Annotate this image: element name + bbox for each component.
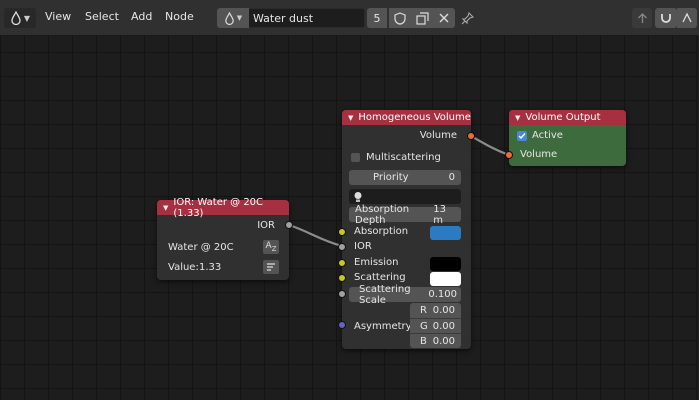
priority-field[interactable]: Priority 0 [349, 170, 461, 185]
absorption-input-socket[interactable] [338, 228, 346, 236]
multiscattering-checkbox[interactable] [351, 153, 360, 162]
absorption-color-swatch[interactable] [430, 226, 461, 240]
node-editor-header: ▼ View Select Add Node Water dust ▼ 5 [0, 0, 699, 36]
link-ior [288, 223, 343, 248]
ior-node-header[interactable]: ▼ IOR: Water @ 20C (1.33) [157, 197, 289, 219]
scattering-scale-input-socket[interactable] [338, 290, 346, 298]
unlink-button[interactable] [433, 8, 455, 28]
emission-input-socket[interactable] [338, 259, 346, 267]
water-drop-icon [225, 11, 234, 25]
sort-az-button[interactable]: AZ [263, 240, 279, 254]
asymmetry-r-axis: R [420, 305, 427, 316]
close-icon [439, 13, 449, 23]
arrow-up-icon [637, 13, 647, 23]
ior-preset-label: Water @ 20C [168, 242, 234, 253]
volume-output-header[interactable]: ▼ Volume Output [509, 110, 626, 125]
list-options-button[interactable] [263, 260, 279, 274]
ior-node-title: IOR: Water @ 20C (1.33) [173, 196, 264, 219]
editor-type-button[interactable]: ▼ [4, 8, 36, 28]
asymmetry-b-axis: B [420, 335, 427, 347]
absorption-label: Absorption [354, 226, 409, 237]
ior-output-label: IOR [257, 220, 275, 231]
ior-input-label: IOR [354, 241, 372, 252]
asymmetry-b-field[interactable]: B 0.00 [410, 333, 461, 348]
scattering-label: Scattering [354, 272, 406, 283]
homogeneous-volume-node[interactable]: ▼ Homogeneous Volume Volume Multiscatter… [342, 110, 471, 349]
volume-input-socket[interactable] [505, 151, 513, 159]
duplicate-icon [415, 11, 429, 25]
volume-output-socket[interactable] [467, 132, 475, 140]
absorption-depth-field[interactable]: Absorption Depth 13 m [349, 204, 461, 226]
material-browse-button[interactable]: ▼ [217, 8, 249, 28]
absorption-depth-label: Absorption Depth [355, 203, 410, 226]
asymmetry-input-socket[interactable] [338, 321, 346, 329]
asymmetry-b-value: 0.00 [432, 335, 455, 347]
collapse-triangle-icon[interactable]: ▼ [515, 114, 520, 122]
asymmetry-r-field[interactable]: R 0.00 [410, 303, 461, 318]
list-icon [267, 262, 275, 271]
priority-value: 0 [448, 172, 455, 183]
checkmark-icon [518, 133, 526, 140]
shader-picker-field[interactable] [349, 189, 461, 204]
pin-button[interactable] [457, 8, 477, 28]
snap-icon [682, 12, 692, 23]
asymmetry-g-axis: G [420, 320, 428, 332]
asymmetry-g-value: 0.00 [432, 320, 455, 332]
menu-view[interactable]: View [45, 10, 71, 23]
volume-output-node[interactable]: ▼ Volume Output Active Volume [509, 110, 626, 166]
emission-label: Emission [354, 257, 399, 268]
parent-node-tree-button[interactable] [632, 8, 652, 28]
priority-label: Priority [373, 172, 409, 183]
water-drop-icon [11, 11, 21, 25]
active-label: Active [532, 130, 563, 141]
homogeneous-volume-title: Homogeneous Volume [358, 112, 471, 123]
pin-icon [461, 11, 474, 24]
snap-options-button[interactable] [677, 8, 697, 28]
sort-az-icon: AZ [265, 241, 277, 253]
shield-icon [394, 11, 406, 25]
asymmetry-g-field[interactable]: G 0.00 [410, 318, 461, 333]
active-checkbox[interactable] [517, 131, 527, 141]
absorption-depth-value: 13 m [433, 203, 447, 226]
chevron-down-icon: ▼ [236, 14, 243, 22]
lightbulb-icon [354, 191, 362, 202]
chevron-down-icon: ▼ [23, 13, 31, 23]
fake-user-button[interactable] [389, 8, 411, 28]
scattering-scale-field[interactable]: Scattering Scale 0.100 [349, 284, 461, 306]
scattering-input-socket[interactable] [338, 274, 346, 282]
ior-value-label: Value: [168, 262, 199, 273]
scattering-color-swatch[interactable] [430, 272, 461, 286]
volume-output-title: Volume Output [525, 112, 601, 123]
homogeneous-volume-header[interactable]: ▼ Homogeneous Volume [342, 110, 471, 125]
magnet-icon [661, 14, 671, 23]
user-count[interactable]: 5 [367, 8, 387, 28]
ior-input-socket[interactable] [338, 243, 346, 251]
ior-node[interactable]: ▼ IOR: Water @ 20C (1.33) IOR Water @ 20… [157, 197, 289, 280]
volume-input-label: Volume [520, 149, 558, 160]
duplicate-button[interactable] [411, 8, 433, 28]
ior-output-socket[interactable] [285, 221, 293, 229]
collapse-triangle-icon[interactable]: ▼ [348, 114, 353, 122]
scattering-scale-value: 0.100 [428, 289, 457, 300]
link-volume [470, 135, 510, 157]
asymmetry-label: Asymmetry: [354, 321, 415, 332]
menu-node[interactable]: Node [165, 10, 194, 23]
ior-value[interactable]: 1.33 [199, 262, 221, 273]
menu-select[interactable]: Select [85, 10, 119, 23]
multiscattering-label: Multiscattering [366, 152, 441, 163]
volume-output-label: Volume [419, 130, 457, 141]
snap-toggle-button[interactable] [655, 8, 677, 28]
asymmetry-r-value: 0.00 [432, 305, 455, 316]
collapse-triangle-icon[interactable]: ▼ [163, 204, 168, 212]
menu-add[interactable]: Add [131, 10, 152, 23]
emission-color-swatch[interactable] [430, 257, 461, 271]
